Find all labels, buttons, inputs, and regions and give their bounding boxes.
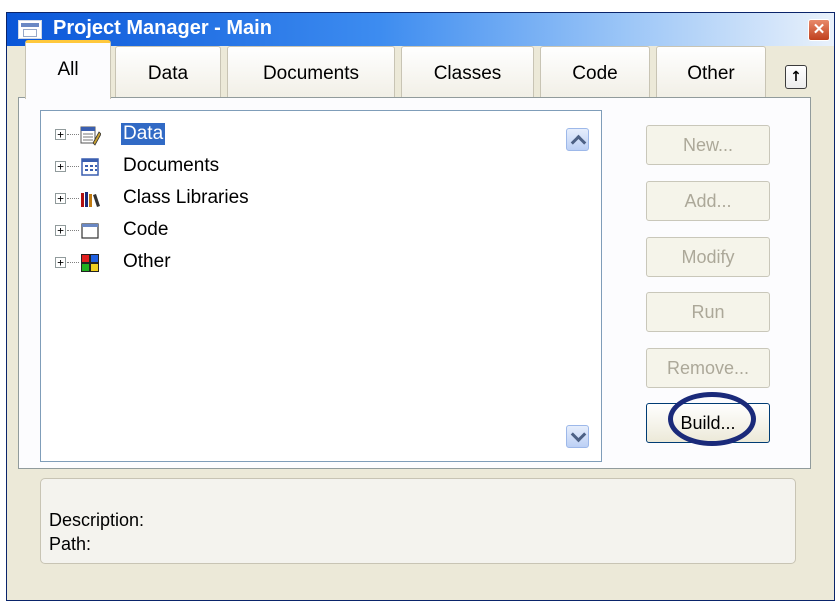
tree-item-label: Other <box>123 251 171 272</box>
description-box: Description: Path: <box>40 478 796 564</box>
expand-icon[interactable]: + <box>55 257 66 268</box>
add-button[interactable]: Add... <box>646 181 770 221</box>
tree-connector <box>67 166 79 167</box>
run-button[interactable]: Run <box>646 292 770 332</box>
window-icon <box>18 20 42 39</box>
tree-item-code[interactable]: + Code <box>41 217 561 245</box>
tab-all[interactable]: All <box>25 40 111 99</box>
tab-code[interactable]: Code <box>540 46 650 98</box>
chevron-up-icon <box>570 134 587 151</box>
documents-icon <box>81 158 99 176</box>
tree-connector <box>67 134 79 135</box>
other-icon <box>81 254 99 272</box>
tree-item-label: Class Libraries <box>123 187 249 208</box>
close-button[interactable]: ✕ <box>808 19 830 41</box>
tree-connector <box>67 230 79 231</box>
class-libraries-icon <box>81 192 100 207</box>
tab-classes[interactable]: Classes <box>401 46 534 98</box>
tree-item-class-libraries[interactable]: + Class Libraries <box>41 185 561 213</box>
window-title: Project Manager - Main <box>53 17 272 39</box>
expand-icon[interactable]: + <box>55 225 66 236</box>
expand-icon[interactable]: + <box>55 161 66 172</box>
scroll-up-button[interactable] <box>566 128 589 151</box>
tree-item-data[interactable]: + Data <box>41 121 561 149</box>
tree-connector <box>67 198 79 199</box>
tree-connector <box>67 262 79 263</box>
tab-data[interactable]: Data <box>115 46 221 98</box>
path-label: Path: <box>49 534 92 554</box>
expand-icon[interactable]: + <box>55 129 66 140</box>
tree-item-label: Data <box>121 123 166 145</box>
project-tree[interactable]: + Data + Documents + Class Libraries + C… <box>40 110 602 462</box>
tree-item-label: Documents <box>123 155 220 176</box>
modify-button[interactable]: Modify <box>646 237 770 277</box>
data-icon <box>80 126 101 146</box>
new-button[interactable]: New... <box>646 125 770 165</box>
scroll-down-button[interactable] <box>566 425 589 448</box>
tab-documents[interactable]: Documents <box>227 46 395 98</box>
tree-item-documents[interactable]: + Documents <box>41 153 561 181</box>
remove-button[interactable]: Remove... <box>646 348 770 388</box>
title-bar[interactable]: Project Manager - Main ✕ <box>7 13 834 46</box>
tree-item-other[interactable]: + Other <box>41 249 561 277</box>
expand-icon[interactable]: + <box>55 193 66 204</box>
tree-item-label: Code <box>123 219 169 240</box>
tab-other[interactable]: Other <box>656 46 766 98</box>
tab-scroll-button[interactable]: ↑ <box>785 65 807 89</box>
chevron-down-icon <box>570 426 587 443</box>
code-icon <box>81 223 99 239</box>
description-label: Description: <box>49 510 145 530</box>
annotation-circle <box>668 392 756 446</box>
